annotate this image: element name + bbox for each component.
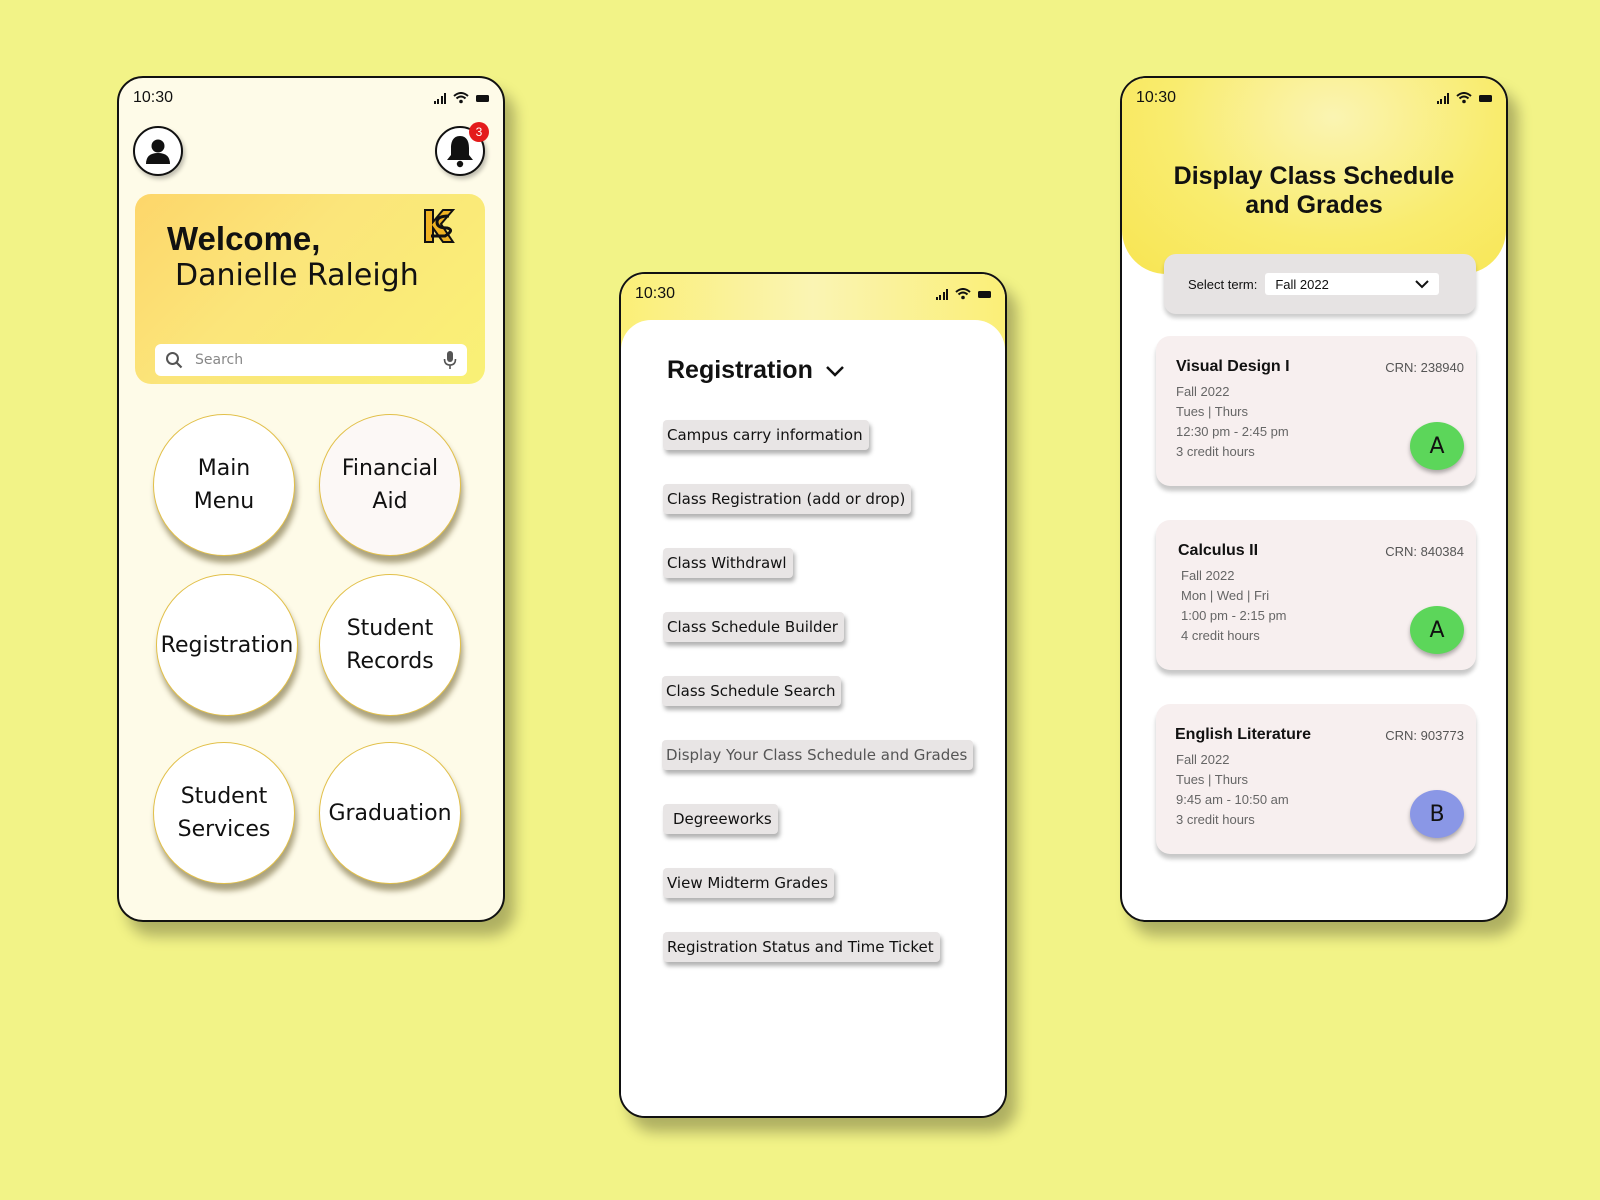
grade-badge: A (1410, 606, 1464, 654)
course-term: Fall 2022 (1176, 384, 1230, 399)
home-screen: 10:30 3 Welcome, Danielle Raleigh Main M… (117, 76, 505, 922)
wifi-icon (1456, 92, 1472, 104)
course-term: Fall 2022 (1181, 568, 1235, 583)
reg-item-schedule-builder[interactable]: Class Schedule Builder (663, 612, 844, 642)
reg-item-class-registration[interactable]: Class Registration (add or drop) (663, 484, 912, 514)
menu-main-menu[interactable]: Main Menu (153, 414, 295, 556)
status-icons (1436, 92, 1492, 104)
page-title-line-2: and Grades (1245, 191, 1383, 219)
notifications-button[interactable]: 3 (435, 122, 489, 176)
reg-item-midterm-grades[interactable]: View Midterm Grades (663, 868, 834, 898)
notification-badge: 3 (469, 122, 489, 142)
status-time: 10:30 (133, 89, 174, 106)
battery-icon (1479, 94, 1492, 102)
course-name: English Literature (1175, 726, 1312, 743)
course-crn: CRN: 238940 (1385, 360, 1464, 375)
course-days: Tues | Thurs (1176, 772, 1249, 787)
schedule-screen: 10:30 Display Class Schedule and Grades … (1120, 76, 1508, 922)
menu-financial-aid[interactable]: Financial Aid (319, 414, 461, 556)
course-card[interactable]: Visual Design I CRN: 238940 Fall 2022 Tu… (1156, 336, 1476, 486)
menu-registration[interactable]: Registration (156, 574, 298, 716)
university-logo-icon (424, 209, 456, 243)
welcome-title: Welcome, (167, 220, 321, 257)
registration-screen: 10:30 Registration Campus carry informat… (619, 272, 1007, 1118)
grade-badge: B (1410, 790, 1464, 838)
menu-student-services[interactable]: Student Services (153, 742, 295, 884)
course-credits: 3 credit hours (1176, 812, 1255, 827)
menu-student-records[interactable]: Student Records (319, 574, 461, 716)
course-name: Visual Design I (1176, 358, 1290, 375)
course-days: Tues | Thurs (1176, 404, 1249, 419)
wifi-icon (453, 92, 469, 104)
user-icon (146, 139, 170, 164)
course-name: Calculus II (1178, 542, 1259, 559)
battery-icon (978, 290, 991, 298)
status-bar: 10:30 (119, 78, 503, 118)
profile-button[interactable] (133, 126, 183, 176)
course-credits: 4 credit hours (1181, 628, 1260, 643)
microphone-icon[interactable] (443, 350, 457, 370)
reg-item-class-withdrawl[interactable]: Class Withdrawl (663, 548, 793, 578)
battery-icon (476, 94, 489, 102)
course-card[interactable]: English Literature CRN: 903773 Fall 2022… (1156, 704, 1476, 854)
course-credits: 3 credit hours (1176, 444, 1255, 459)
chevron-down-icon (825, 365, 844, 377)
course-time: 12:30 pm - 2:45 pm (1176, 424, 1289, 439)
signal-icon (1436, 92, 1449, 104)
status-icons (433, 92, 489, 104)
user-name: Danielle Raleigh (175, 258, 419, 293)
reg-item-campus-carry[interactable]: Campus carry information (663, 420, 869, 450)
signal-icon (935, 288, 948, 300)
reg-item-status-time-ticket[interactable]: Registration Status and Time Ticket (663, 932, 940, 962)
registration-heading: Registration (667, 356, 813, 384)
chevron-down-icon (1415, 279, 1430, 288)
search-icon (166, 352, 183, 369)
course-time: 1:00 pm - 2:15 pm (1181, 608, 1287, 623)
term-dropdown[interactable]: Fall 2022 (1265, 273, 1440, 295)
term-label: Select term: (1188, 276, 1258, 292)
term-value: Fall 2022 (1275, 276, 1329, 292)
course-time: 9:45 am - 10:50 am (1176, 792, 1289, 807)
registration-dropdown[interactable]: Registration (667, 356, 845, 385)
welcome-card: Welcome, Danielle Raleigh (135, 194, 485, 384)
grade-badge: A (1410, 422, 1464, 470)
reg-item-degreeworks[interactable]: Degreeworks (663, 804, 778, 834)
status-time: 10:30 (635, 285, 676, 302)
page-title-line-1: Display Class Schedule (1173, 162, 1455, 190)
reg-item-display-schedule-grades[interactable]: Display Your Class Schedule and Grades (662, 740, 974, 770)
page-title: Display Class Schedule and Grades (1122, 162, 1506, 220)
term-selector: Select term: Fall 2022 (1164, 254, 1476, 314)
course-days: Mon | Wed | Fri (1181, 588, 1270, 603)
status-bar: 10:30 (621, 274, 1005, 314)
status-icons (935, 288, 991, 300)
search-bar (155, 344, 467, 376)
course-card[interactable]: Calculus II CRN: 840384 Fall 2022 Mon | … (1156, 520, 1476, 670)
menu-graduation[interactable]: Graduation (319, 742, 461, 884)
course-crn: CRN: 840384 (1385, 544, 1464, 559)
wifi-icon (955, 288, 971, 300)
status-time: 10:30 (1136, 89, 1177, 106)
status-bar: 10:30 (1122, 78, 1506, 118)
search-input[interactable] (193, 351, 433, 369)
signal-icon (433, 92, 446, 104)
course-term: Fall 2022 (1176, 752, 1230, 767)
reg-item-schedule-search[interactable]: Class Schedule Search (662, 676, 842, 706)
course-crn: CRN: 903773 (1385, 728, 1464, 743)
